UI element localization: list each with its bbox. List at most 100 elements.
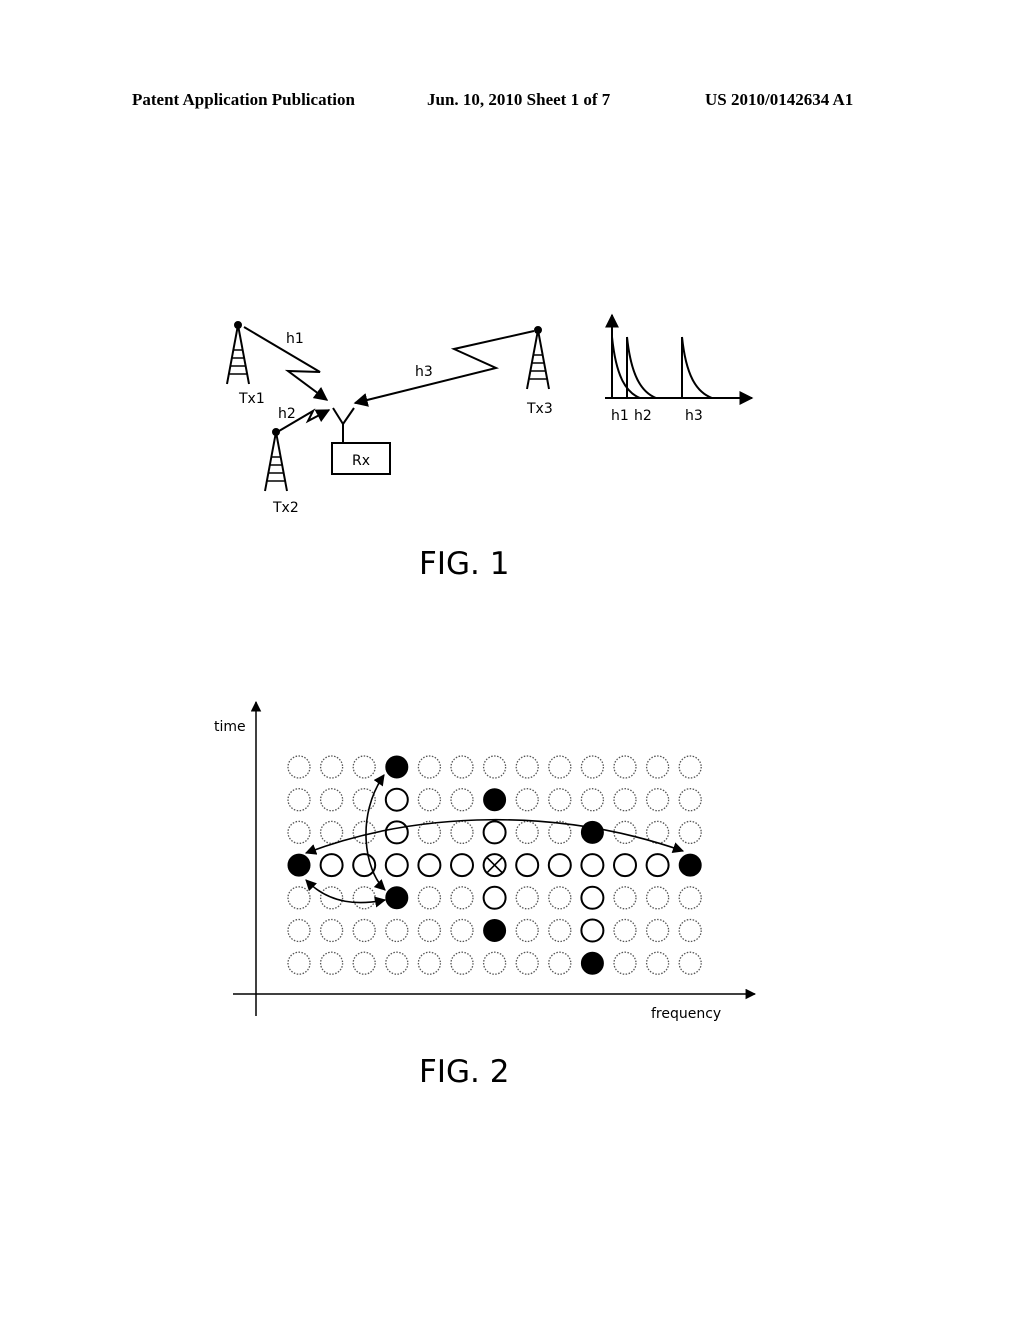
data-symbol [678,788,702,812]
rx-label: Rx [352,453,370,469]
data-symbol [645,951,670,975]
data-symbol [645,918,670,943]
channel-h3-link [353,330,535,407]
interpolated-symbol [515,853,540,878]
interpolated-symbol [613,853,637,878]
data-symbol [678,951,702,975]
pilot-symbol [678,853,702,877]
pilot-symbol [483,919,507,942]
data-symbol [613,918,637,943]
fig2-caption: FIG. 2 [419,1054,509,1090]
data-symbol [645,886,670,910]
data-symbol [352,755,376,779]
h1-label: h1 [286,331,304,347]
data-symbol [385,918,409,943]
data-symbol [515,788,539,812]
data-symbol [352,951,376,975]
data-symbol [450,788,474,812]
data-symbol [287,951,311,975]
data-symbol [352,918,376,943]
data-symbol [417,918,442,943]
data-symbol [287,918,311,943]
tx2-label: Tx2 [272,500,299,516]
data-symbol [678,886,702,910]
data-symbol [548,951,572,975]
pilot-symbol [287,853,311,877]
data-symbol [287,820,311,845]
data-symbol [613,755,637,779]
pilot-symbol [483,788,507,812]
pilot-symbol [580,951,604,975]
impulse-h2-label: h2 [634,408,652,424]
data-symbol [450,951,474,975]
data-symbol [417,755,442,779]
data-symbol [645,755,670,779]
figures-canvas: Tx1 Tx2 Tx3 h1 h2 h3 Rx h1 h2 h3 FIG. 1 … [214,313,757,1090]
tower-icon-tx3 [526,326,550,390]
interpolated-symbol [384,853,409,878]
interpolated-symbol [384,820,409,845]
data-symbol [580,788,605,812]
interpolated-symbol [450,853,474,878]
data-symbol [319,951,344,975]
impulse-h1-label: h1 [611,408,629,424]
pilot-symbol [385,886,409,910]
interpolated-symbol [580,885,605,910]
data-symbol [319,918,344,943]
data-symbol [450,886,474,910]
interpolated-symbol [580,853,605,878]
data-symbol [450,755,474,779]
interpolated-symbol [482,885,507,910]
interpolated-symbol [547,853,572,878]
data-symbol [678,918,702,943]
interpolated-symbol [417,853,442,878]
data-symbol [548,788,572,812]
interpolated-symbol [580,918,605,943]
data-symbol [450,820,474,845]
tower-icon-tx2 [264,428,288,492]
data-symbol [450,918,474,943]
tx1-label: Tx1 [238,391,265,407]
data-symbol [548,755,572,779]
data-symbol [385,951,409,975]
fig1-caption: FIG. 1 [419,546,509,582]
data-symbol [515,755,539,779]
interpolated-symbol [645,853,670,878]
tx3-label: Tx3 [526,401,553,417]
interpolated-symbol [319,853,344,878]
data-symbol [548,886,572,910]
tower-icon-tx1 [226,321,250,385]
pilot-symbol [580,820,604,844]
data-symbol [417,788,442,812]
data-symbol [580,755,605,779]
data-symbol [515,886,539,910]
data-symbol [515,820,539,845]
subcarrier-grid [287,755,702,975]
fig1: Tx1 Tx2 Tx3 h1 h2 h3 Rx h1 h2 h3 FIG. 1 [226,313,754,582]
data-symbol [613,886,637,910]
data-symbol [482,755,507,779]
antenna-icon [332,407,355,443]
data-symbol [352,886,376,910]
data-symbol [319,820,344,845]
data-symbol [287,788,311,812]
data-symbol [678,755,702,779]
data-symbol [613,788,637,812]
pilot-symbol [385,755,409,779]
data-symbol [287,755,311,779]
data-symbol [515,951,539,975]
data-symbol [287,886,311,910]
data-symbol [319,788,344,812]
data-symbol [319,755,344,779]
frequency-axis-label: frequency [651,1006,721,1022]
data-symbol [417,886,442,910]
interpolated-symbol [352,853,377,878]
data-symbol [482,951,507,975]
data-symbol [678,820,702,845]
h3-label: h3 [415,364,433,380]
fig2: time frequency FIG. 2 [214,700,757,1090]
impulse-h3-label: h3 [685,408,703,424]
data-symbol [515,918,539,943]
impulse-response-plot [605,313,754,405]
data-symbol [548,918,572,943]
